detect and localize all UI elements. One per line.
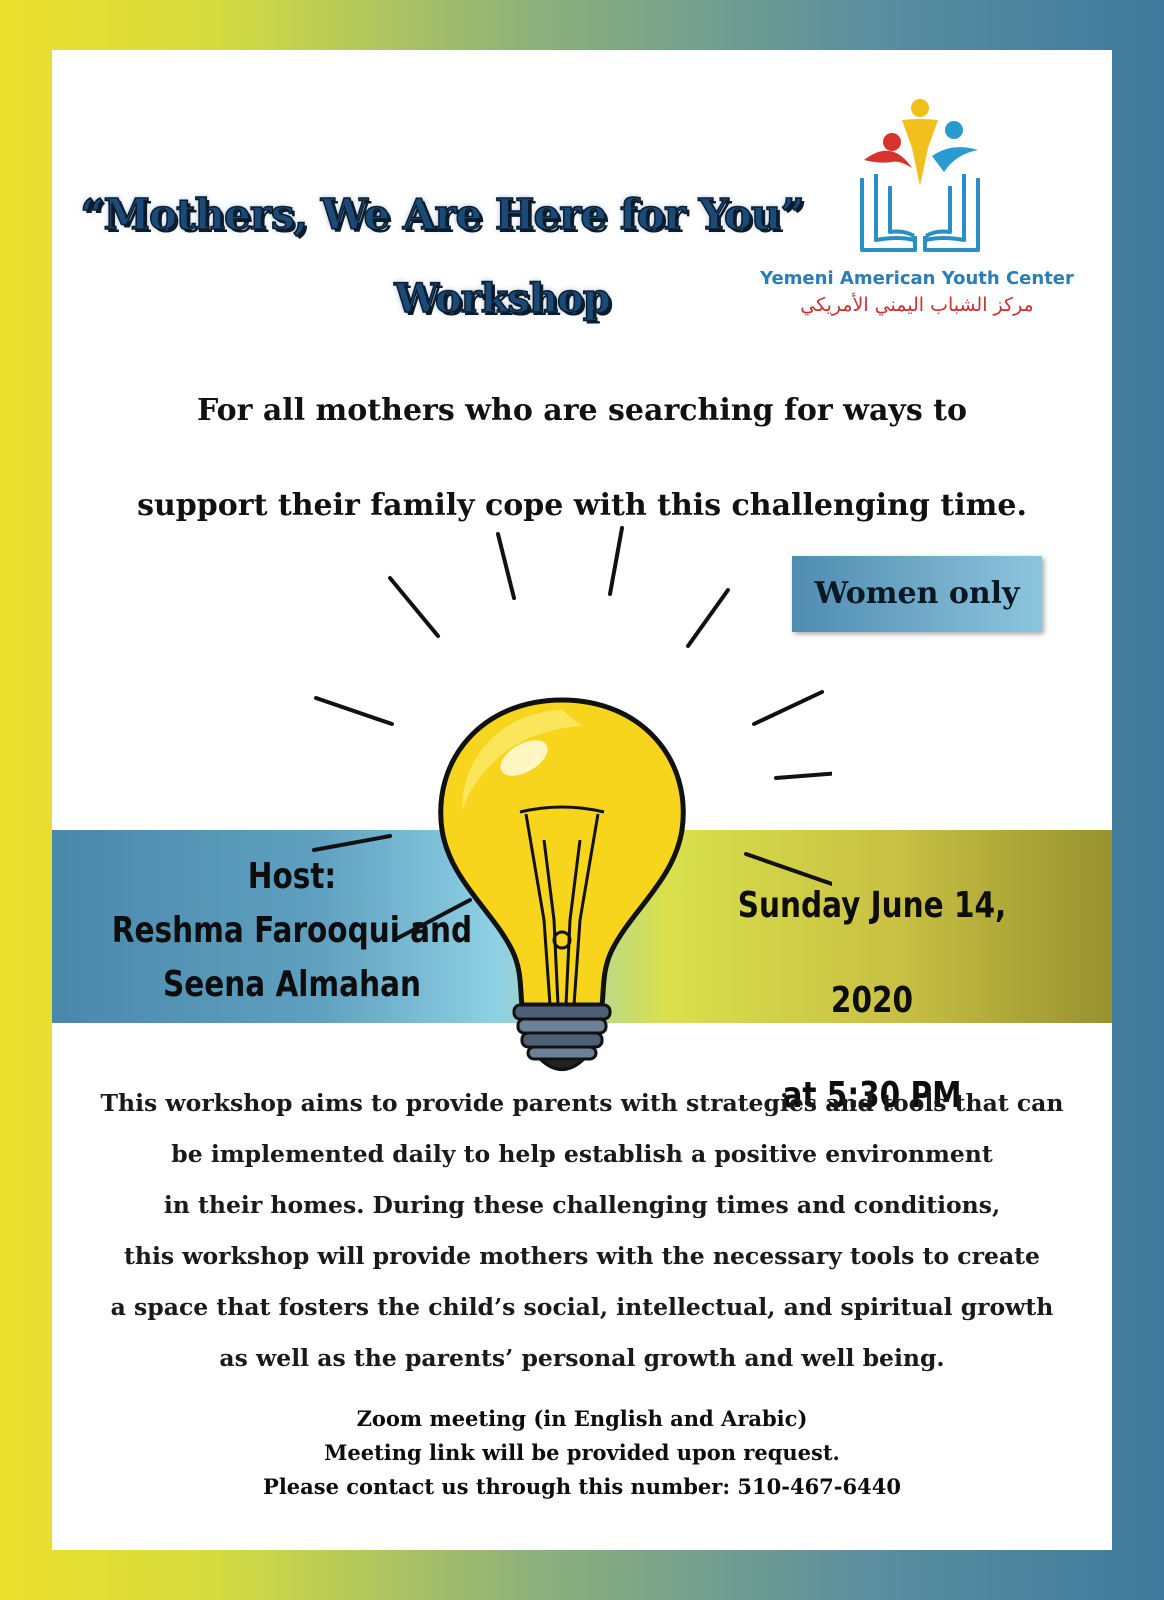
lightbulb-icon bbox=[312, 526, 832, 1071]
description-line: in their homes. During these challenging… bbox=[163, 1191, 1001, 1219]
intro-line-1: For all mothers who are searching for wa… bbox=[196, 393, 968, 428]
flyer-card: “Mothers, We Are Here for You” Workshop … bbox=[52, 50, 1112, 1550]
description-line: This workshop aims to provide parents wi… bbox=[100, 1089, 1064, 1117]
contact-phone-note: Please contact us through this number: 5… bbox=[263, 1474, 901, 1499]
intro-line-2: support their family cope with this chal… bbox=[137, 488, 1027, 523]
contact-info: Zoom meeting (in English and Arabic) Mee… bbox=[52, 1402, 1112, 1504]
organization-logo: Yemeni American Youth Center مركز الشباب… bbox=[752, 90, 1082, 316]
workshop-title: “Mothers, We Are Here for You” bbox=[80, 189, 806, 240]
description-line: this workshop will provide mothers with … bbox=[124, 1242, 1040, 1270]
organization-name-arabic: مركز الشباب اليمني الأمريكي bbox=[800, 294, 1034, 316]
zoom-meeting-note: Zoom meeting (in English and Arabic) bbox=[356, 1406, 808, 1431]
organization-name-english: Yemeni American Youth Center bbox=[760, 268, 1074, 289]
description-line: be implemented daily to help establish a… bbox=[171, 1140, 993, 1168]
youth-center-logo-icon bbox=[860, 99, 980, 252]
description-line: as well as the parents’ personal growth … bbox=[219, 1344, 945, 1372]
workshop-description: This workshop aims to provide parents wi… bbox=[52, 1078, 1112, 1384]
description-line: a space that fosters the child’s social,… bbox=[110, 1293, 1054, 1321]
meeting-link-note: Meeting link will be provided upon reque… bbox=[324, 1440, 840, 1465]
